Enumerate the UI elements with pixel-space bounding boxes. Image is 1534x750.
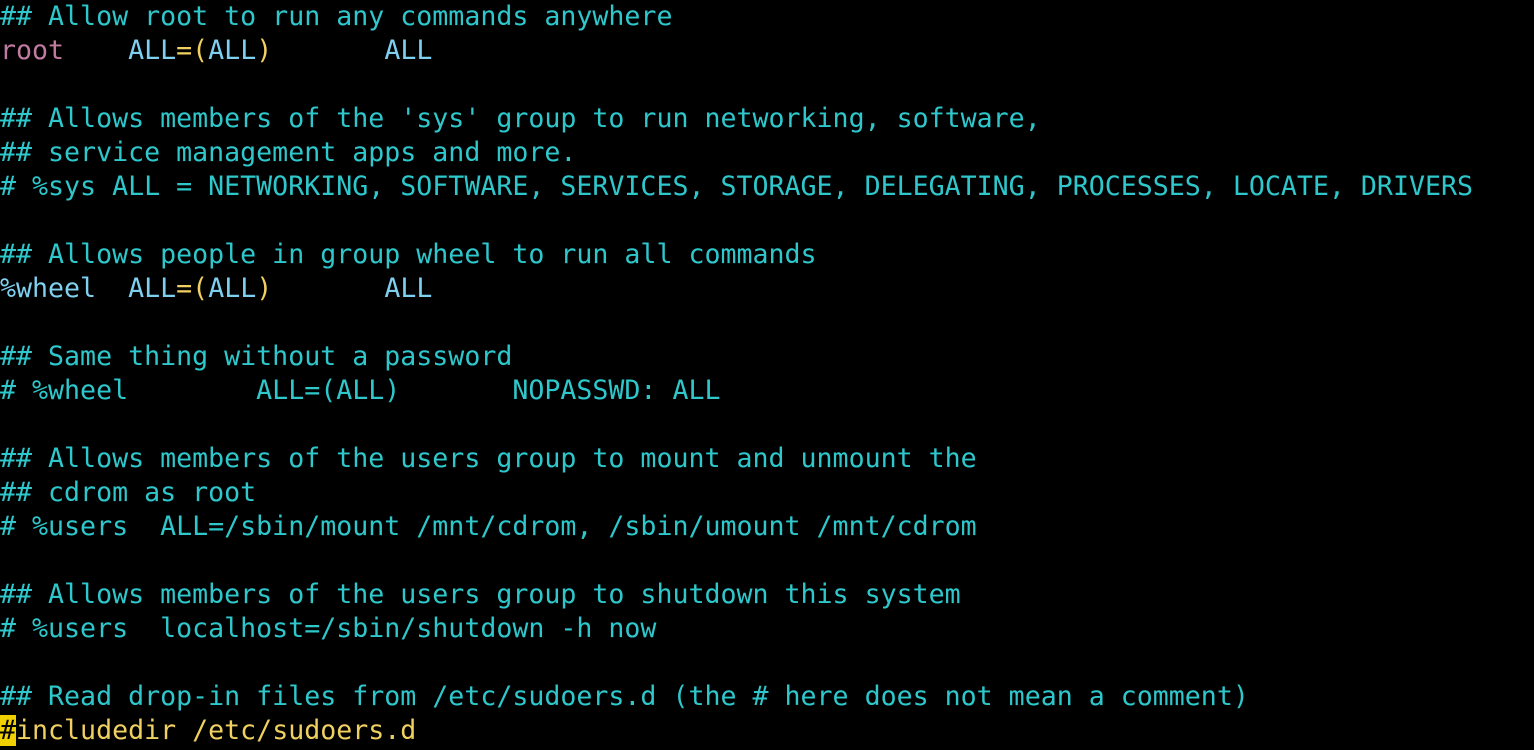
text-segment: ## cdrom as root — [0, 477, 257, 508]
text-segment: # %users ALL=/sbin/mount /mnt/cdrom, /sb… — [0, 511, 977, 542]
text-segment: ## service management apps and more. — [0, 137, 577, 168]
text-segment: includedir /etc/sudoers.d — [16, 715, 417, 746]
editor-line[interactable]: %wheel ALL=(ALL) ALL — [0, 272, 1534, 306]
editor-line[interactable]: #includedir /etc/sudoers.d — [0, 714, 1534, 748]
text-segment: ALL — [384, 35, 433, 66]
text-segment: ) — [256, 35, 273, 66]
editor-line[interactable] — [0, 544, 1534, 578]
text-segment: = — [176, 35, 193, 66]
editor-line[interactable] — [0, 306, 1534, 340]
editor-line[interactable]: ## cdrom as root — [0, 476, 1534, 510]
editor-line[interactable] — [0, 204, 1534, 238]
text-segment — [96, 273, 128, 304]
text-segment: ALL — [384, 273, 433, 304]
editor-line[interactable]: ## Allow root to run any commands anywhe… — [0, 0, 1534, 34]
editor-line[interactable]: ## Allows members of the 'sys' group to … — [0, 102, 1534, 136]
text-segment: %wheel — [0, 273, 97, 304]
terminal-editor[interactable]: ## Allow root to run any commands anywhe… — [0, 0, 1534, 750]
editor-line[interactable]: # %users localhost=/sbin/shutdown -h now — [0, 612, 1534, 646]
editor-line[interactable]: root ALL=(ALL) ALL — [0, 34, 1534, 68]
editor-line[interactable] — [0, 646, 1534, 680]
text-segment — [272, 273, 384, 304]
text-segment: ## Same thing without a password — [0, 341, 513, 372]
text-segment: # %sys ALL = NETWORKING, SOFTWARE, SERVI… — [0, 171, 1473, 202]
editor-line[interactable]: # %users ALL=/sbin/mount /mnt/cdrom, /sb… — [0, 510, 1534, 544]
editor-line[interactable]: # %sys ALL = NETWORKING, SOFTWARE, SERVI… — [0, 170, 1534, 204]
text-segment — [64, 35, 128, 66]
text-segment: ## Allows people in group wheel to run a… — [0, 239, 817, 270]
text-segment: ## Allow root to run any commands anywhe… — [0, 1, 673, 32]
editor-line[interactable]: ## Allows members of the users group to … — [0, 442, 1534, 476]
editor-line[interactable] — [0, 68, 1534, 102]
text-segment: ## Read drop-in files from /etc/sudoers.… — [0, 681, 1249, 712]
text-cursor: # — [0, 715, 17, 746]
text-segment: root — [0, 35, 65, 66]
text-segment: ( — [192, 273, 209, 304]
text-segment: # %wheel ALL=(ALL) NOPASSWD: ALL — [0, 375, 721, 406]
text-segment: ## Allows members of the users group to … — [0, 443, 977, 474]
text-segment: ALL — [128, 273, 177, 304]
editor-line[interactable]: ## Allows people in group wheel to run a… — [0, 238, 1534, 272]
editor-line[interactable]: ## Read drop-in files from /etc/sudoers.… — [0, 680, 1534, 714]
text-segment: ALL — [128, 35, 177, 66]
editor-line[interactable]: ## Same thing without a password — [0, 340, 1534, 374]
editor-line[interactable]: # %wheel ALL=(ALL) NOPASSWD: ALL — [0, 374, 1534, 408]
editor-line[interactable] — [0, 408, 1534, 442]
text-segment: = — [176, 273, 193, 304]
text-segment: ## Allows members of the 'sys' group to … — [0, 103, 1041, 134]
text-segment: ) — [256, 273, 273, 304]
text-segment: ALL — [208, 273, 257, 304]
editor-line[interactable]: ## service management apps and more. — [0, 136, 1534, 170]
text-segment: ALL — [208, 35, 257, 66]
text-segment: ( — [192, 35, 209, 66]
text-segment: ## Allows members of the users group to … — [0, 579, 961, 610]
text-segment: # %users localhost=/sbin/shutdown -h now — [0, 613, 657, 644]
editor-line[interactable]: ## Allows members of the users group to … — [0, 578, 1534, 612]
text-segment — [272, 35, 384, 66]
